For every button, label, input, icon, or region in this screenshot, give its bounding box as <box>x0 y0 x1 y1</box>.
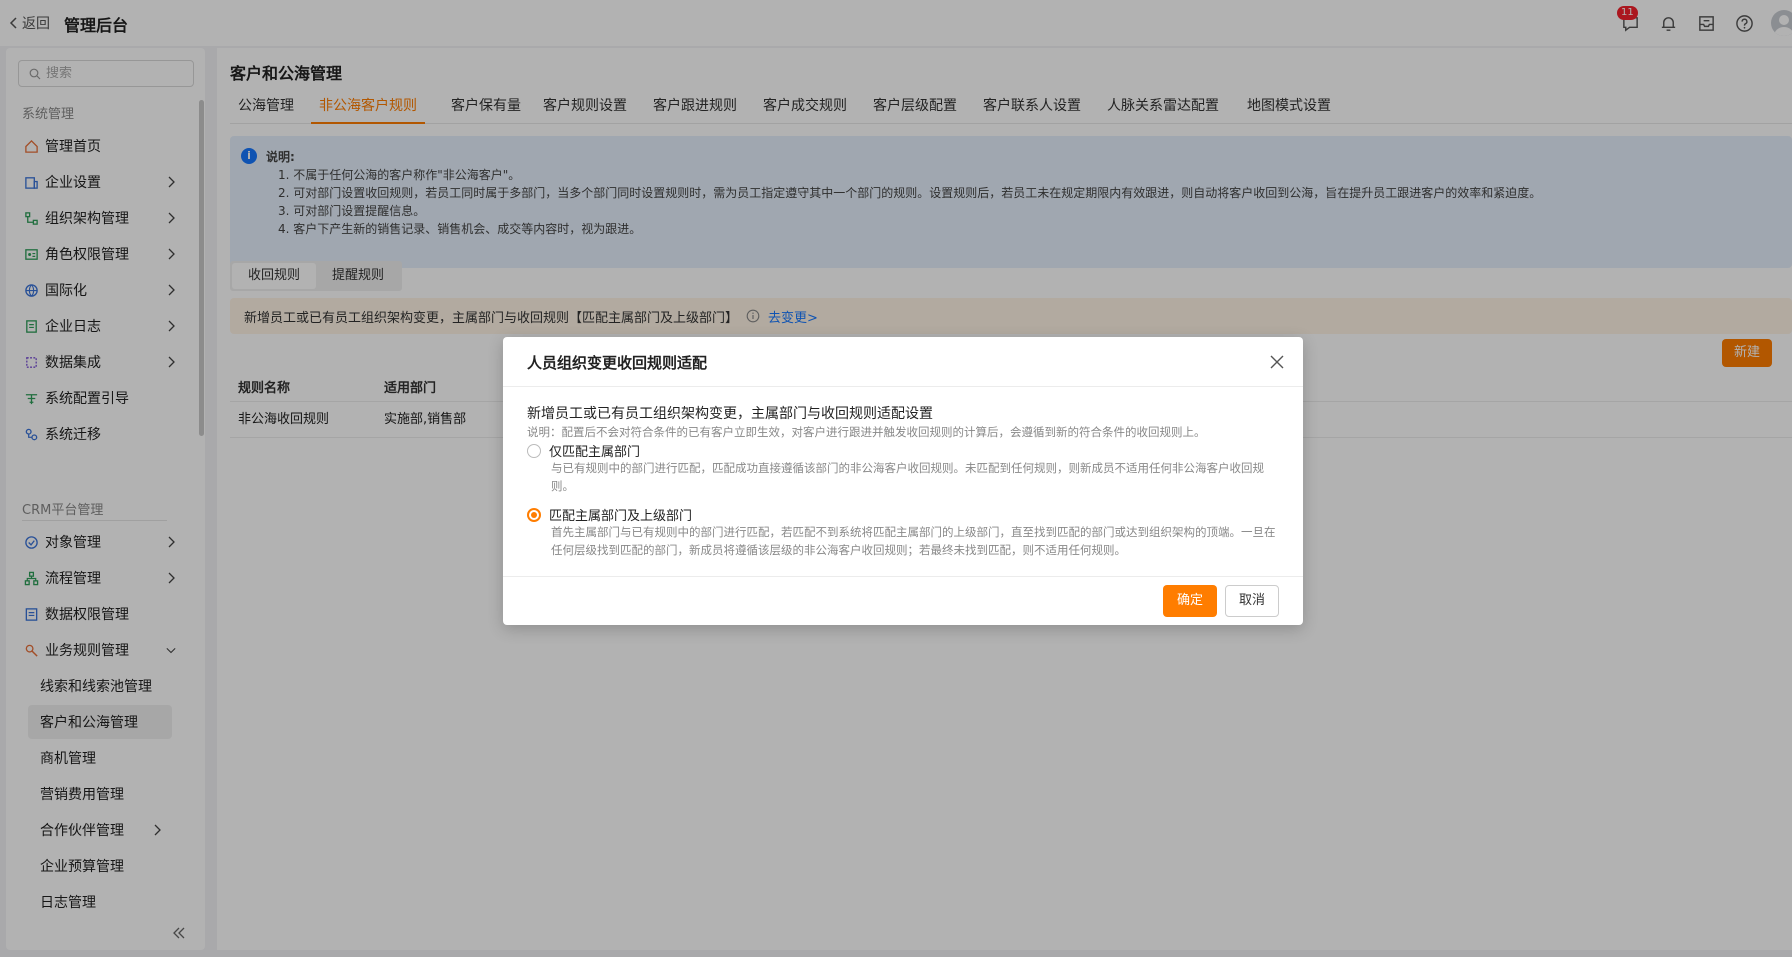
option-primary-and-parent[interactable]: 匹配主属部门及上级部门 <box>527 505 692 524</box>
option-label: 仅匹配主属部门 <box>549 445 641 460</box>
option-primary-only[interactable]: 仅匹配主属部门 <box>527 441 640 460</box>
modal-footer-divider <box>503 576 1303 577</box>
option-label: 匹配主属部门及上级部门 <box>549 509 693 524</box>
close-icon[interactable] <box>1269 354 1285 370</box>
rule-adaptation-modal: 人员组织变更收回规则适配 新增员工或已有员工组织架构变更，主属部门与收回规则适配… <box>503 337 1303 625</box>
modal-section-title: 新增员工或已有员工组织架构变更，主属部门与收回规则适配设置 <box>527 406 933 422</box>
modal-note: 说明：配置后不会对符合条件的已有客户立即生效，对客户进行跟进并触发收回规则的计算… <box>527 425 1206 439</box>
modal-header: 人员组织变更收回规则适配 <box>503 337 1303 387</box>
cancel-button[interactable]: 取消 <box>1225 585 1279 617</box>
option-desc: 首先主属部门与已有规则中的部门进行匹配，若匹配不到系统将匹配主属部门的上级部门，… <box>551 525 1276 557</box>
radio-primary-and-parent[interactable] <box>527 507 541 522</box>
radio-primary-only[interactable] <box>527 443 541 458</box>
modal-title: 人员组织变更收回规则适配 <box>527 354 708 372</box>
confirm-button[interactable]: 确定 <box>1163 585 1217 617</box>
option-desc: 与已有规则中的部门进行匹配，匹配成功直接遵循该部门的非公海客户收回规则。未匹配到… <box>551 461 1264 493</box>
